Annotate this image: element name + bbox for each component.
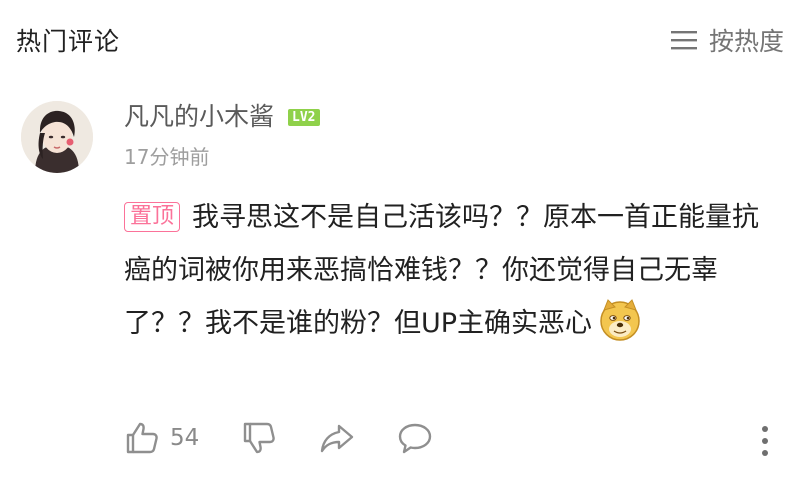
like-button[interactable]: 54 xyxy=(124,420,241,456)
avatar-image xyxy=(21,101,93,173)
comment-text: 我寻思这不是自己活该吗？？原本一首正能量抗癌的词被你用来恶搞恰难钱？？你还觉得自… xyxy=(124,202,760,339)
more-options-button[interactable] xyxy=(760,424,770,458)
thumbs-down-icon xyxy=(244,422,276,454)
more-vertical-icon xyxy=(762,426,768,456)
thumbs-up-icon xyxy=(126,422,158,454)
dislike-button[interactable] xyxy=(241,420,277,456)
section-title: 热门评论 xyxy=(16,27,121,56)
level-badge: LV2 xyxy=(288,108,320,126)
share-icon xyxy=(321,424,354,453)
comment-actions: 54 xyxy=(124,420,433,456)
avatar[interactable] xyxy=(21,101,93,173)
comment-bubble-icon xyxy=(399,423,432,454)
comment-body: 置顶 我寻思这不是自己活该吗？？原本一首正能量抗癌的词被你用来恶搞恰难钱？？你还觉… xyxy=(124,191,784,350)
share-button[interactable] xyxy=(319,420,355,456)
sort-by-hot-button[interactable]: 按热度 xyxy=(670,22,784,58)
username[interactable]: 凡凡的小木酱 xyxy=(124,97,274,133)
sort-label: 按热度 xyxy=(708,27,784,56)
like-count: 54 xyxy=(170,425,200,451)
doge-emoji-icon xyxy=(600,299,640,341)
reply-button[interactable] xyxy=(397,420,433,456)
username-row: 凡凡的小木酱 LV2 xyxy=(124,97,320,133)
pinned-badge: 置顶 xyxy=(124,202,181,232)
comment-timestamp: 17分钟前 xyxy=(124,145,210,169)
sort-icon xyxy=(670,31,697,50)
